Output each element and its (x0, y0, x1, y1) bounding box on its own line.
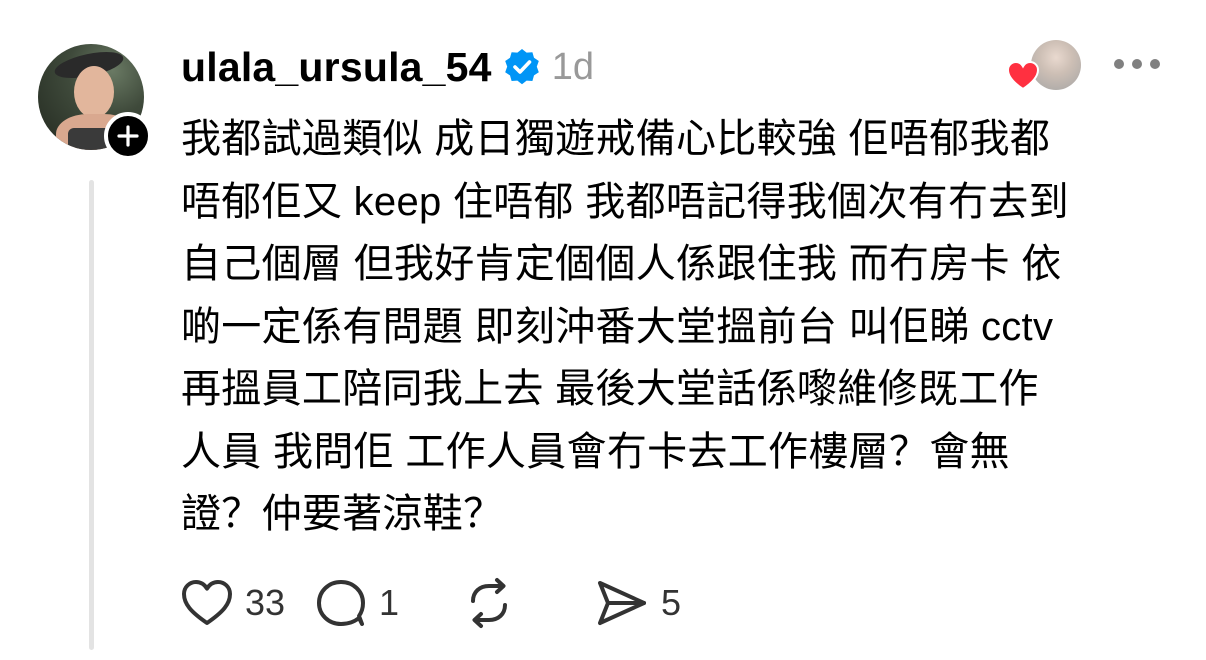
username[interactable]: ulala_ursula_54 (181, 44, 492, 91)
post-body: 我都試過類似 成日獨遊戒備心比較強 佢唔郁我都 唔郁佢又 keep 住唔郁 我都… (181, 117, 1069, 536)
more-icon (1114, 59, 1124, 69)
share-count: 5 (661, 582, 682, 623)
post-timestamp: 1d (551, 45, 594, 88)
post-header: ulala_ursula_54 1d (181, 42, 594, 92)
liked-by-avatar[interactable] (1007, 40, 1081, 96)
like-icon (182, 580, 232, 625)
reply-count: 1 (379, 582, 400, 623)
heart-icon (1007, 60, 1039, 91)
share-icon (598, 581, 646, 625)
plus-icon (117, 125, 139, 147)
like-count: 33 (245, 582, 286, 623)
thread-line (89, 180, 94, 650)
share-button[interactable]: 5 (595, 579, 681, 627)
reply-icon (317, 580, 365, 626)
verified-icon (504, 49, 539, 85)
action-bar: 33 1 5 (181, 570, 681, 636)
follow-button[interactable] (104, 112, 152, 160)
like-button[interactable]: 33 (181, 579, 315, 627)
reply-button[interactable]: 1 (315, 578, 463, 628)
more-options-button[interactable] (1114, 52, 1160, 76)
repost-button[interactable] (463, 577, 595, 629)
repost-icon (471, 578, 507, 628)
